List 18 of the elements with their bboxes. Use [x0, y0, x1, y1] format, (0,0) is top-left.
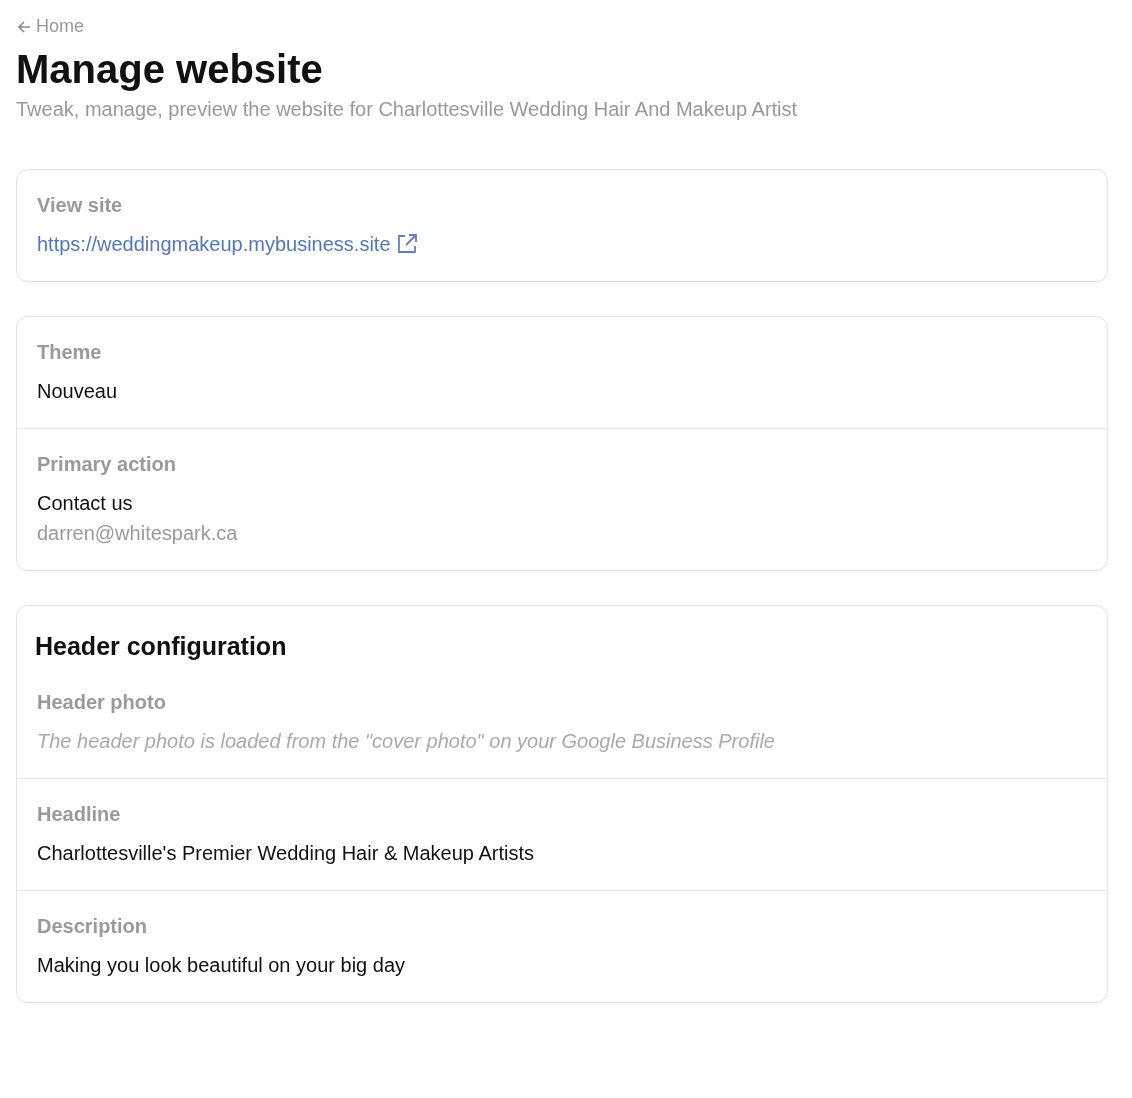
- help-text: The header photo is loaded from the "cover photo" on your Google Business Profile: [37, 728, 776, 754]
- field-label: View site: [37, 193, 124, 217]
- field-label: Description: [37, 914, 149, 938]
- field-value: Nouveau: [37, 378, 119, 404]
- field-value: Contact us: [37, 490, 134, 516]
- back-link[interactable]: Home: [16, 16, 84, 37]
- site-link[interactable]: https://weddingmakeup.mybusiness.site: [37, 228, 391, 259]
- field-label: Theme: [37, 340, 103, 364]
- field-value: Charlottesville's Premier Wedding Hair & Makeup Artists: [37, 840, 535, 866]
- field-value: Making you look beautiful on your big day: [37, 952, 406, 978]
- page-title: Manage website: [16, 46, 324, 92]
- field-label: Headline: [37, 802, 122, 826]
- field-label: Primary action: [37, 452, 177, 476]
- page-subtitle: Tweak, manage, preview the website for Charlottesville Wedding Hair And Makeup Artist: [16, 97, 799, 121]
- field-detail: darren@whitespark.ca: [37, 520, 239, 546]
- back-arrow-icon: [16, 18, 32, 35]
- card-heading: Header configuration: [34, 630, 288, 662]
- field-label: Header photo: [37, 690, 167, 714]
